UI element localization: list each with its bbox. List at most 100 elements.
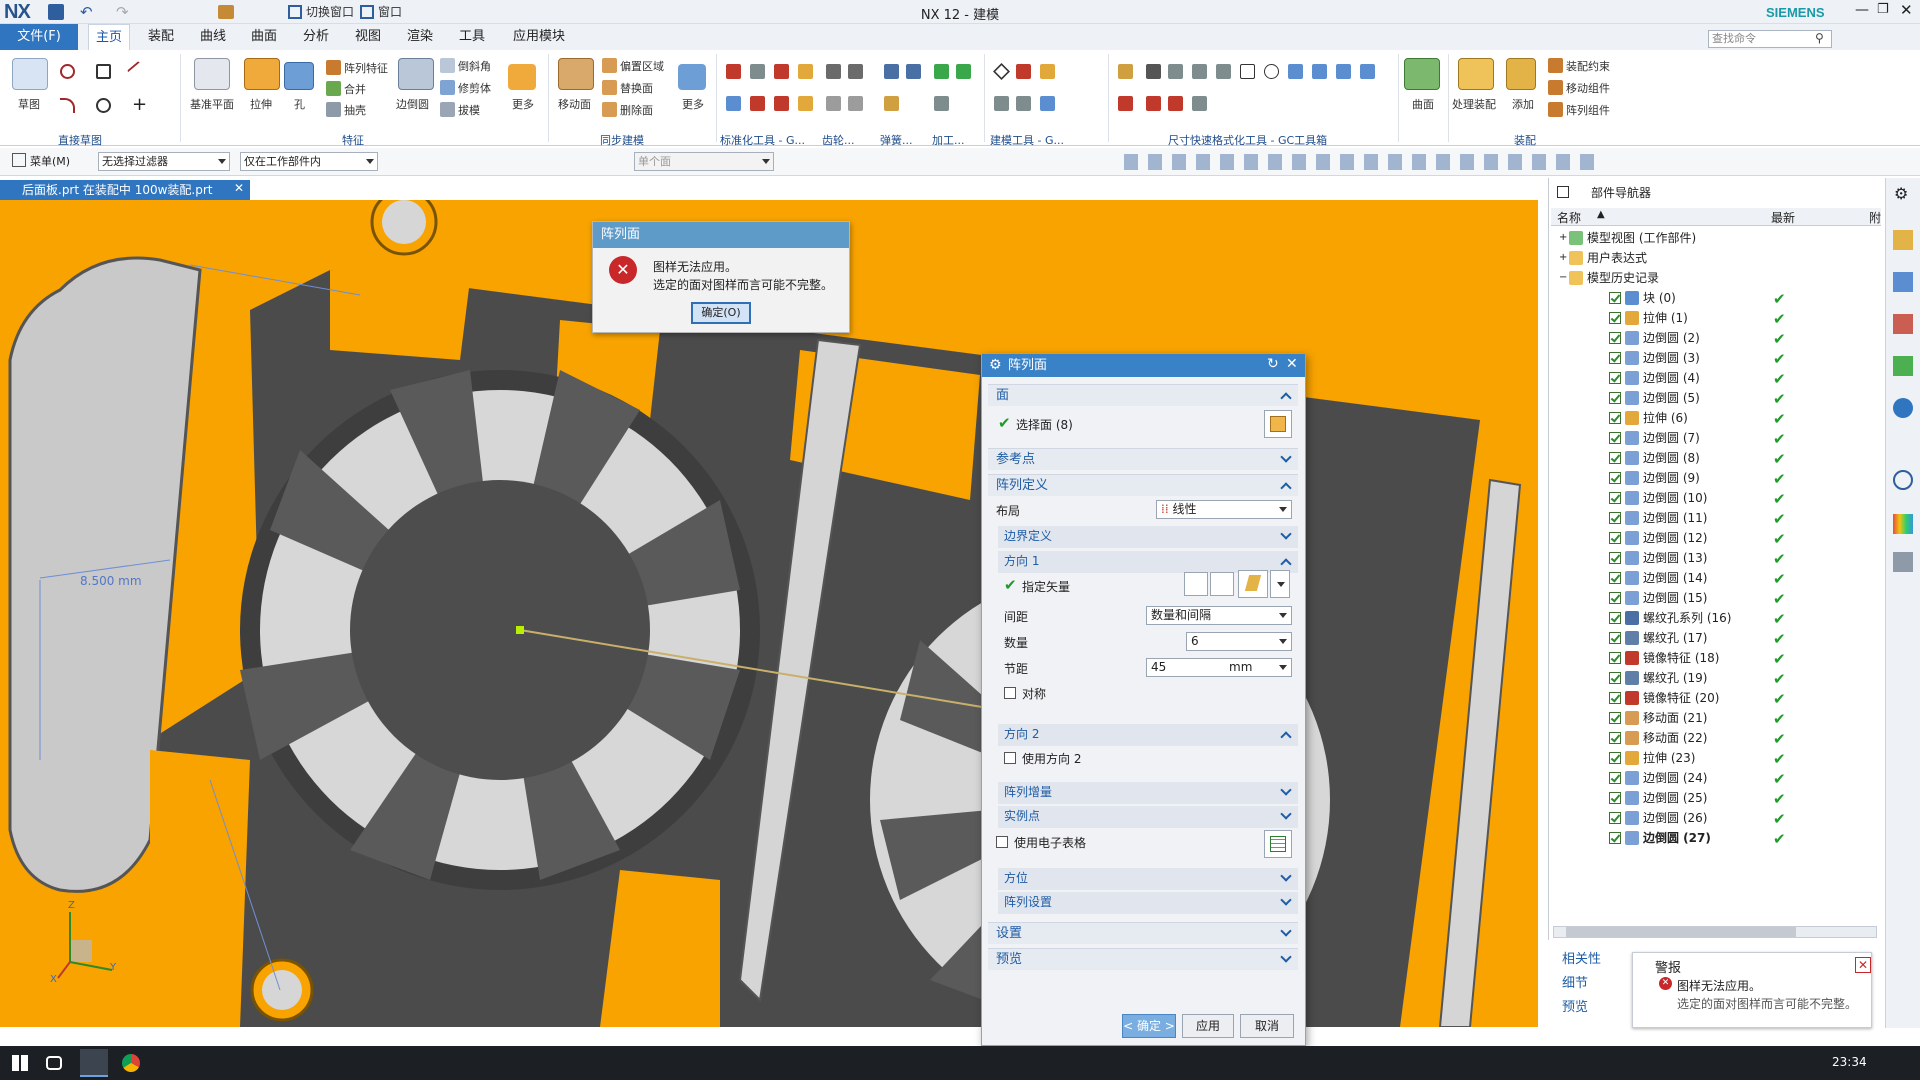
roles-icon[interactable] [1893, 552, 1913, 572]
gear-tool-icon[interactable] [848, 96, 863, 111]
dimension-format-icon[interactable] [1192, 96, 1207, 111]
dimension-format-icon[interactable] [1264, 64, 1279, 79]
visibility-checkbox[interactable] [1609, 592, 1621, 604]
rectangle-icon[interactable] [96, 64, 111, 79]
feature-row[interactable]: 边倒圆 (7) ✔ [1549, 428, 1873, 448]
reverse-direction-button[interactable] [1210, 572, 1234, 596]
feature-row[interactable]: 边倒圆 (2) ✔ [1549, 328, 1873, 348]
gc-tool-icon[interactable] [798, 96, 813, 111]
palette-icon[interactable] [1893, 514, 1913, 534]
settings-icon[interactable]: ⚙ [1894, 184, 1908, 203]
section-face[interactable]: 面 [988, 384, 1298, 406]
dimension-label[interactable]: 8.500 mm [80, 574, 142, 588]
modeling-tool-icon[interactable] [994, 96, 1009, 111]
feature-row[interactable]: 边倒圆 (14) ✔ [1549, 568, 1873, 588]
visibility-checkbox[interactable] [1609, 512, 1621, 524]
spacing-select[interactable]: 数量和间隔 [1146, 606, 1292, 625]
chamfer-icon[interactable] [440, 58, 455, 73]
move-face-icon[interactable] [558, 58, 594, 90]
array-component-icon[interactable] [1548, 102, 1563, 117]
tab-applications[interactable]: 应用模块 [506, 24, 572, 50]
dimension-format-icon[interactable] [1360, 64, 1375, 79]
subsection-direction2[interactable]: 方向 2 [998, 724, 1298, 746]
visibility-checkbox[interactable] [1609, 492, 1621, 504]
feature-row[interactable]: 螺纹孔系列 (16) ✔ [1549, 608, 1873, 628]
command-search-input[interactable]: 查找命令 [1708, 30, 1832, 48]
tab-home[interactable]: 主页 [88, 24, 130, 50]
feature-row[interactable]: 拉伸 (1) ✔ [1549, 308, 1873, 328]
close-tab-icon[interactable]: ✕ [234, 181, 244, 195]
dimension-format-icon[interactable] [1216, 64, 1231, 79]
use-spreadsheet-checkbox[interactable] [996, 836, 1008, 848]
gc-tool-icon[interactable] [798, 64, 813, 79]
section-preview[interactable]: 预览 [988, 948, 1298, 970]
visibility-checkbox[interactable] [1609, 752, 1621, 764]
process-assembly-icon[interactable] [1458, 58, 1494, 90]
sort-ascending-icon[interactable]: ▲ [1597, 209, 1605, 220]
gear-tool-icon[interactable] [826, 64, 841, 79]
tab-curve[interactable]: 曲线 [192, 24, 234, 50]
modeling-tool-icon[interactable] [1016, 96, 1031, 111]
visibility-checkbox[interactable] [1609, 312, 1621, 324]
history-icon[interactable] [1893, 470, 1913, 490]
group-machining[interactable]: 加工... [932, 132, 965, 148]
visibility-checkbox[interactable] [1609, 532, 1621, 544]
section-reference-point[interactable]: 参考点 [988, 448, 1298, 470]
section-pattern-definition[interactable]: 阵列定义 [988, 474, 1298, 496]
visibility-checkbox[interactable] [1609, 712, 1621, 724]
subsection-pattern-increment[interactable]: 阵列增量 [998, 782, 1298, 804]
machining-tool-icon[interactable] [934, 64, 949, 79]
gc-tool-icon[interactable] [774, 96, 789, 111]
vector-type-button[interactable] [1238, 570, 1268, 598]
menu-button[interactable]: 菜单(M) [30, 153, 70, 169]
specify-vector-label[interactable]: 指定矢量 [1022, 578, 1070, 595]
assembly-navigator-icon[interactable] [1893, 230, 1913, 250]
group-dimension-format[interactable]: 尺寸快速格式化工具 - GC工具箱 [1168, 132, 1327, 148]
replace-face-label[interactable]: 替换面 [620, 80, 653, 96]
assembly-constraint-label[interactable]: 装配约束 [1566, 58, 1610, 74]
scrollbar-thumb[interactable] [1566, 927, 1796, 937]
reuse-library-icon[interactable] [1893, 356, 1913, 376]
array-component-label[interactable]: 阵列组件 [1566, 102, 1610, 118]
subsection-pattern-settings[interactable]: 阵列设置 [998, 892, 1298, 914]
reset-icon[interactable]: ↻ [1267, 356, 1279, 372]
tab-dependencies[interactable]: 相关性 [1562, 948, 1622, 967]
ok-button[interactable]: < 确定 > [1122, 1014, 1176, 1038]
group-gear[interactable]: 齿轮... [822, 132, 855, 148]
datum-plane-icon[interactable] [194, 58, 230, 90]
subsection-instance-point[interactable]: 实例点 [998, 806, 1298, 828]
visibility-checkbox[interactable] [1609, 632, 1621, 644]
point-icon[interactable]: + [132, 94, 147, 115]
more-features-label[interactable]: 更多 [512, 96, 534, 112]
feature-row[interactable]: 块 (0) ✔ [1549, 288, 1873, 308]
spring-tool-icon[interactable] [884, 64, 899, 79]
visibility-checkbox[interactable] [1609, 412, 1621, 424]
feature-row[interactable]: 镜像特征 (18) ✔ [1549, 648, 1873, 668]
column-extra[interactable]: 附 [1869, 209, 1881, 226]
spring-tool-icon[interactable] [906, 64, 921, 79]
minimize-icon[interactable]: — [1855, 2, 1869, 18]
pattern-feature-icon[interactable] [326, 60, 341, 75]
web-browser-icon[interactable] [1893, 398, 1913, 418]
more-sync-label[interactable]: 更多 [682, 96, 704, 112]
delete-face-label[interactable]: 删除面 [620, 102, 653, 118]
visibility-checkbox[interactable] [1609, 672, 1621, 684]
modeling-tool-icon[interactable] [1040, 96, 1055, 111]
task-view-icon[interactable] [46, 1056, 62, 1070]
dimension-format-icon[interactable] [1168, 96, 1183, 111]
move-component-label[interactable]: 移动组件 [1566, 80, 1610, 96]
draft-label[interactable]: 拔模 [458, 102, 480, 118]
feature-row[interactable]: 镜像特征 (20) ✔ [1549, 688, 1873, 708]
select-face-button[interactable] [1264, 410, 1292, 438]
vector-origin-point[interactable] [516, 626, 524, 634]
spreadsheet-button[interactable] [1264, 830, 1292, 858]
visibility-checkbox[interactable] [1609, 332, 1621, 344]
visibility-checkbox[interactable] [1609, 652, 1621, 664]
visibility-checkbox[interactable] [1609, 772, 1621, 784]
shell-label[interactable]: 抽壳 [344, 102, 366, 118]
document-tab[interactable]: 后面板.prt 在装配中 100w装配.prt [0, 180, 250, 200]
machining-tool-icon[interactable] [934, 96, 949, 111]
tab-assembly[interactable]: 装配 [140, 24, 182, 50]
feature-row[interactable]: 拉伸 (6) ✔ [1549, 408, 1873, 428]
view-toolbar-icons[interactable] [1124, 154, 1604, 170]
